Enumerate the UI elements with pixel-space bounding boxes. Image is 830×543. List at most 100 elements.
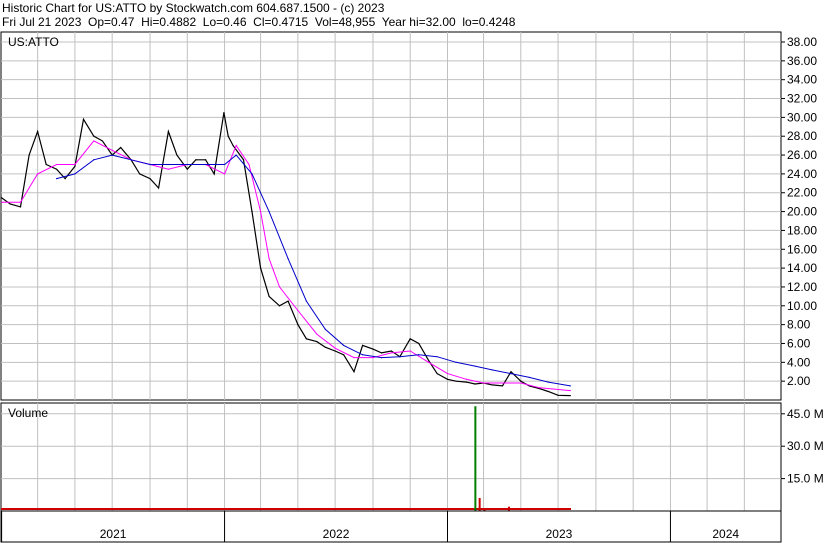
price-tick-label: 28.00 (787, 129, 817, 143)
volume-y-axis: 45.0 M 30.0 M 15.0 M (781, 407, 824, 486)
moving-average-short-point (520, 382, 522, 384)
moving-average-short-point (19, 201, 22, 203)
moving-average-long-point (205, 163, 207, 166)
price-tick-label: 24.00 (787, 167, 817, 181)
stock-chart: 38.00 36.00 34.00 32.00 30.00 28.00 26.00 24.00… (0, 31, 824, 543)
price-point (520, 380, 522, 382)
moving-average-long-point (569, 385, 571, 387)
price-point (19, 206, 22, 208)
price-point (446, 378, 449, 380)
moving-average-long-point (251, 173, 253, 175)
moving-average-long-point (287, 258, 289, 260)
volume-tick-label: 15.0 M (787, 472, 824, 486)
moving-average-long-point (186, 163, 188, 166)
price-point (93, 135, 95, 137)
price-tick-label: 6.00 (787, 336, 811, 350)
moving-average-long-point (268, 210, 270, 213)
moving-average-short-point (501, 382, 504, 384)
price-point (436, 373, 438, 375)
price-tick-label: 32.00 (787, 92, 817, 106)
price-point (167, 130, 169, 133)
moving-average-long-point (399, 356, 401, 358)
price-point (157, 187, 160, 189)
price-tick-label: 10.00 (787, 299, 817, 313)
moving-average-long-point (361, 354, 364, 356)
price-point (55, 168, 58, 170)
volume-panel (0, 402, 782, 512)
price-point (176, 154, 178, 156)
volume-bar (507, 506, 510, 511)
price-point (353, 371, 355, 373)
price-tick-label: 16.00 (787, 242, 817, 256)
moving-average-short-point (74, 163, 76, 166)
moving-average-long-point (55, 178, 58, 180)
price-tick-label: 22.00 (787, 186, 817, 200)
price-point (474, 383, 476, 385)
moving-average-short-point (111, 149, 113, 151)
price-point (409, 338, 411, 340)
price-point (372, 348, 374, 350)
price-point (316, 340, 318, 343)
price-point (501, 385, 504, 387)
moving-average-short-point (268, 258, 270, 260)
moving-average-short-point (93, 140, 95, 142)
price-point (380, 352, 383, 354)
price-tick-label: 38.00 (787, 35, 817, 49)
moving-average-short-point (37, 173, 39, 175)
moving-average-short-point (539, 387, 541, 389)
price-point (557, 394, 559, 396)
year-label: 2024 (712, 527, 739, 541)
moving-average-long-point (93, 159, 95, 161)
moving-average-short-point (409, 350, 411, 352)
moving-average-short-point (278, 286, 281, 288)
price-tick-label: 8.00 (787, 318, 811, 332)
price-point (186, 168, 188, 170)
moving-average-long-point (324, 328, 326, 330)
volume-bar (478, 498, 481, 511)
price-tick-label: 34.00 (787, 73, 817, 87)
moving-average-short-point (446, 373, 449, 375)
price-point (259, 267, 262, 269)
price-point (305, 338, 308, 340)
moving-average-long-point (149, 163, 151, 166)
price-point (120, 146, 122, 149)
price-panel (0, 31, 782, 401)
price-point (547, 390, 549, 393)
year-label: 2021 (100, 527, 127, 541)
year-label: 2022 (323, 527, 350, 541)
price-tick-label: 14.00 (787, 261, 817, 275)
moving-average-short-point (372, 357, 374, 359)
price-point (334, 350, 336, 352)
price-tick-label: 2.00 (787, 374, 811, 388)
price-point (418, 342, 420, 345)
moving-average-long-point (528, 376, 530, 378)
price-point (427, 359, 430, 362)
moving-average-long-point (223, 163, 226, 166)
moving-average-short-point (482, 382, 485, 384)
moving-average-short-point (353, 357, 355, 359)
moving-average-short-point (334, 347, 336, 349)
price-point (223, 112, 225, 114)
price-point (28, 154, 30, 156)
moving-average-long-point (380, 357, 383, 359)
volume-bar (474, 406, 477, 511)
price-y-axis: 38.00 36.00 34.00 32.00 30.00 28.00 26.00 24.00… (781, 35, 817, 388)
moving-average-long-point (436, 356, 438, 358)
moving-average-long-point (167, 163, 169, 166)
moving-average-long-point (74, 173, 76, 175)
price-point (101, 140, 103, 142)
moving-average-short-point (235, 145, 237, 147)
price-point (297, 324, 299, 326)
price-point (390, 350, 392, 352)
moving-average-short-point (427, 361, 430, 363)
moving-average-long-point (491, 369, 493, 371)
moving-average-long-point (510, 373, 512, 375)
volume-title: Volume (8, 406, 48, 420)
moving-average-short-point (569, 389, 571, 392)
price-point (213, 173, 215, 175)
moving-average-long-point (305, 300, 308, 302)
price-tick-label: 12.00 (787, 280, 817, 294)
price-point (242, 159, 245, 161)
price-tick-label: 26.00 (787, 148, 817, 162)
moving-average-short-point (1, 201, 3, 203)
